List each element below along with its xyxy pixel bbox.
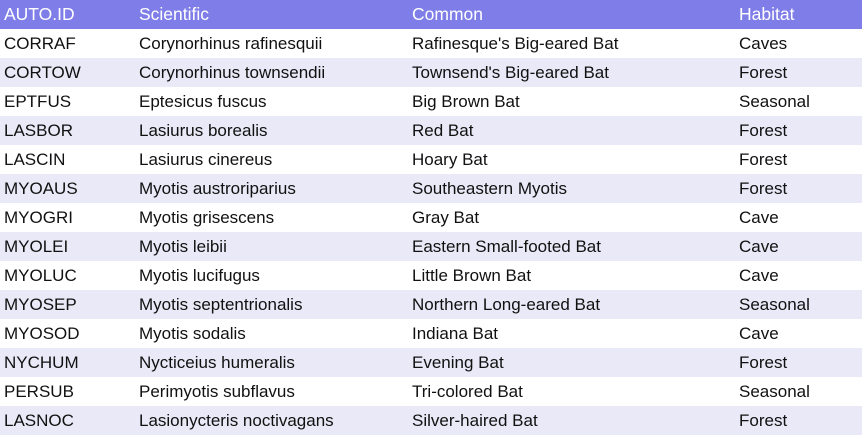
header-row: AUTO.ID Scientific Common Habitat: [0, 0, 862, 29]
habitat-cell: Seasonal: [735, 290, 862, 319]
header-auto-id: AUTO.ID: [0, 0, 135, 29]
habitat-cell: Forest: [735, 116, 862, 145]
common-name-cell: Red Bat: [408, 116, 735, 145]
auto-id-cell: CORTOW: [0, 58, 135, 87]
table-row: MYOLEI Myotis leibii Eastern Small-footed …: [0, 232, 862, 261]
header-habitat: Habitat: [735, 0, 862, 29]
habitat-cell: Seasonal: [735, 377, 862, 406]
scientific-name-cell: Myotis septentrionalis: [135, 290, 408, 319]
scientific-name-cell: Myotis grisescens: [135, 203, 408, 232]
common-name-cell: Townsend's Big-eared Bat: [408, 58, 735, 87]
habitat-cell: Cave: [735, 261, 862, 290]
auto-id-cell: CORRAF: [0, 29, 135, 58]
habitat-cell: Cave: [735, 232, 862, 261]
habitat-cell: Forest: [735, 174, 862, 203]
table-row: LASCIN Lasiurus cinereus Hoary Bat Forest: [0, 145, 862, 174]
scientific-name-cell: Myotis leibii: [135, 232, 408, 261]
auto-id-cell: LASNOC: [0, 406, 135, 435]
auto-id-cell: LASBOR: [0, 116, 135, 145]
common-name-cell: Northern Long-eared Bat: [408, 290, 735, 319]
auto-id-cell: NYCHUM: [0, 348, 135, 377]
auto-id-cell: LASCIN: [0, 145, 135, 174]
auto-id-cell: MYOLEI: [0, 232, 135, 261]
habitat-cell: Forest: [735, 348, 862, 377]
scientific-name-cell: Myotis austroriparius: [135, 174, 408, 203]
common-name-cell: Evening Bat: [408, 348, 735, 377]
scientific-name-cell: Perimyotis subflavus: [135, 377, 408, 406]
common-name-cell: Indiana Bat: [408, 319, 735, 348]
auto-id-cell: MYOLUC: [0, 261, 135, 290]
table-row: MYOGRI Myotis grisescens Gray Bat Cave: [0, 203, 862, 232]
bat-species-table: AUTO.ID Scientific Common Habitat CORRAF…: [0, 0, 862, 435]
auto-id-cell: MYOSEP: [0, 290, 135, 319]
common-name-cell: Southeastern Myotis: [408, 174, 735, 203]
auto-id-cell: MYOGRI: [0, 203, 135, 232]
common-name-cell: Hoary Bat: [408, 145, 735, 174]
table-row: MYOSEP Myotis septentrionalis Northern Lon…: [0, 290, 862, 319]
table-row: MYOSOD Myotis sodalis Indiana Bat Cave: [0, 319, 862, 348]
table-row: LASNOC Lasionycteris noctivagans Silver-ha…: [0, 406, 862, 435]
habitat-cell: Cave: [735, 203, 862, 232]
common-name-cell: Tri-colored Bat: [408, 377, 735, 406]
auto-id-cell: MYOSOD: [0, 319, 135, 348]
habitat-cell: Forest: [735, 406, 862, 435]
habitat-cell: Forest: [735, 58, 862, 87]
common-name-cell: Rafinesque's Big-eared Bat: [408, 29, 735, 58]
table-row: LASBOR Lasiurus borealis Red Bat Forest: [0, 116, 862, 145]
scientific-name-cell: Myotis lucifugus: [135, 261, 408, 290]
table-row: CORTOW Corynorhinus townsendii Townsend's …: [0, 58, 862, 87]
scientific-name-cell: Myotis sodalis: [135, 319, 408, 348]
header-common: Common: [408, 0, 735, 29]
habitat-cell: Cave: [735, 319, 862, 348]
habitat-cell: Forest: [735, 145, 862, 174]
habitat-cell: Seasonal: [735, 87, 862, 116]
auto-id-cell: PERSUB: [0, 377, 135, 406]
table-row: NYCHUM Nycticeius humeralis Evening Bat For…: [0, 348, 862, 377]
scientific-name-cell: Lasionycteris noctivagans: [135, 406, 408, 435]
scientific-name-cell: Nycticeius humeralis: [135, 348, 408, 377]
auto-id-cell: MYOAUS: [0, 174, 135, 203]
common-name-cell: Big Brown Bat: [408, 87, 735, 116]
common-name-cell: Little Brown Bat: [408, 261, 735, 290]
common-name-cell: Silver-haired Bat: [408, 406, 735, 435]
table-row: MYOLUC Myotis lucifugus Little Brown Bat Ca…: [0, 261, 862, 290]
scientific-name-cell: Lasiurus cinereus: [135, 145, 408, 174]
table-row: MYOAUS Myotis austroriparius Southeastern …: [0, 174, 862, 203]
scientific-name-cell: Corynorhinus rafinesquii: [135, 29, 408, 58]
scientific-name-cell: Eptesicus fuscus: [135, 87, 408, 116]
habitat-cell: Caves: [735, 29, 862, 58]
table-row: EPTFUS Eptesicus fuscus Big Brown Bat Seaso…: [0, 87, 862, 116]
table-row: PERSUB Perimyotis subflavus Tri-colored Ba…: [0, 377, 862, 406]
scientific-name-cell: Corynorhinus townsendii: [135, 58, 408, 87]
header-scientific: Scientific: [135, 0, 408, 29]
auto-id-cell: EPTFUS: [0, 87, 135, 116]
common-name-cell: Eastern Small-footed Bat: [408, 232, 735, 261]
scientific-name-cell: Lasiurus borealis: [135, 116, 408, 145]
table-body: CORRAF Corynorhinus rafinesquii Rafinesque…: [0, 29, 862, 435]
table-row: CORRAF Corynorhinus rafinesquii Rafinesque…: [0, 29, 862, 58]
common-name-cell: Gray Bat: [408, 203, 735, 232]
